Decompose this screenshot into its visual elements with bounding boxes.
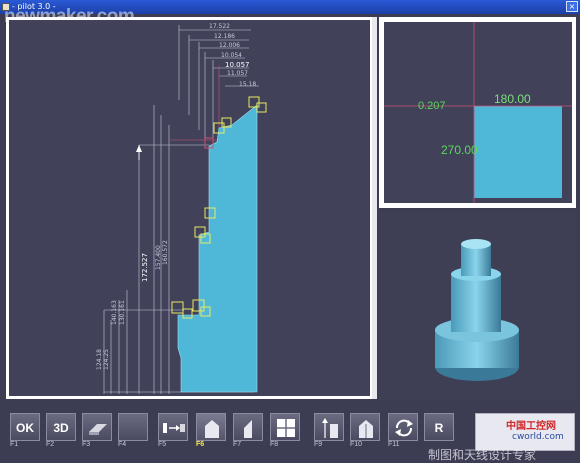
f9-button[interactable] (314, 413, 344, 441)
model-3d-view[interactable] (379, 212, 576, 400)
f4-label: F4 (118, 441, 127, 448)
dim-text-6: 15.18 (239, 81, 256, 88)
dim-text-2: 12.006 (219, 42, 240, 49)
drawing-canvas[interactable]: 17.522 12.186 12.006 10.054 10.057 11.05… (9, 20, 370, 396)
dim-text-main: 172.527 (141, 253, 149, 282)
divider-strip (372, 17, 377, 399)
offset-value: 0.207 (418, 100, 446, 112)
f8-grid-button[interactable] (270, 413, 300, 441)
f12-button[interactable]: R (424, 413, 454, 441)
f2-label: F2 (46, 441, 55, 448)
f3-label: F3 (82, 441, 91, 448)
part-profile (177, 104, 258, 393)
f6-profile-button[interactable] (196, 413, 226, 441)
angle-top: 180.00 (494, 92, 531, 106)
dim-text-3: 10.054 (221, 52, 242, 59)
dim-v-5: 124.25 (103, 349, 110, 370)
section-canvas[interactable]: 180.00 0.207 270.00 (384, 22, 572, 203)
bottom-watermark-text: 制图和天线设计专家 (428, 448, 537, 462)
f7-label: F7 (233, 441, 242, 448)
refresh-icon (395, 419, 413, 437)
profile-icon (205, 420, 219, 438)
f1-ok-button[interactable]: OK (10, 413, 40, 441)
f11-label: F11 (388, 441, 400, 448)
f4-button[interactable] (118, 413, 148, 441)
dim-v-3: 130.161 (119, 300, 126, 325)
f11-refresh-button[interactable] (388, 413, 418, 441)
model-3d-drawing (435, 239, 519, 381)
dim-v-2: 140.163 (111, 300, 118, 325)
dim-text-1: 12.186 (214, 33, 235, 40)
f8-label: F8 (270, 441, 279, 448)
dim-text-5: 11.057 (227, 70, 248, 77)
f10-label: F10 (350, 441, 363, 448)
axis-up-icon (322, 418, 338, 438)
section-fill (474, 106, 562, 198)
profile-drawing: 17.522 12.186 12.006 10.054 10.057 11.05… (96, 23, 267, 394)
section-drawing (384, 22, 572, 203)
f7-cut-button[interactable] (233, 413, 263, 441)
f5-label: F5 (158, 441, 167, 448)
house-profile-icon (359, 420, 373, 438)
f9-label: F9 (314, 441, 323, 448)
close-button[interactable]: × (566, 1, 578, 12)
arrow-head (136, 145, 142, 152)
angle-bottom: 270.00 (441, 143, 478, 157)
eraser-icon (89, 424, 107, 435)
model-top (461, 239, 491, 249)
dim-text-0: 17.522 (209, 23, 230, 30)
f3-eraser-button[interactable] (82, 413, 112, 441)
f6-label: F6 (196, 441, 205, 448)
f5-export-button[interactable] (158, 413, 188, 441)
f10-button[interactable] (350, 413, 380, 441)
model-middle (451, 274, 501, 332)
export-icon (163, 423, 185, 433)
dim-v-1: 160.572 (162, 240, 169, 265)
grid-icon (277, 419, 295, 437)
dim-v-0: 157.400 (155, 245, 162, 270)
dim-text-4: 10.057 (225, 61, 250, 69)
f2-3d-button[interactable]: 3D (46, 413, 76, 441)
cut-profile-icon (244, 420, 252, 438)
dim-v-4: 124.18 (96, 349, 103, 370)
f1-label: F1 (10, 441, 19, 448)
